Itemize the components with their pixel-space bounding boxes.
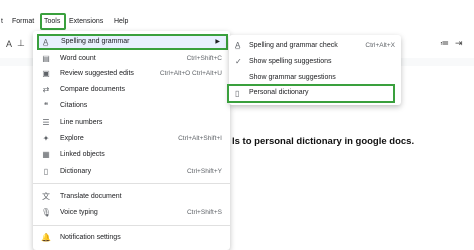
spellcheck-icon: A̲ [43,38,49,47]
check-label: Spelling and grammar check [249,42,338,49]
review-label: Review suggested edits [60,70,134,77]
menu-separator [33,183,230,184]
show-grammar-label: Show grammar suggestions [249,74,336,81]
spellcheck-icon[interactable]: A [6,39,12,49]
tools-highlight [40,13,66,30]
menu-item-translate[interactable]: 文 Translate document [33,189,230,206]
checkmark-icon: ✓ [235,57,242,66]
personal-dictionary-icon: ▯ [235,89,240,98]
spellcheck-icon: A̲ [235,41,241,50]
indent-icon[interactable]: ⇥ [455,38,463,49]
line-numbers-label: Line numbers [60,119,103,126]
document-text: ls to personal dictionary in google docs… [232,136,415,147]
menu-item-compare[interactable]: ⇄ Compare documents [33,82,230,99]
dictionary-shortcut: Ctrl+Shift+Y [186,168,222,175]
menu-item-review[interactable]: ▣ Review suggested edits Ctrl+Alt+O Ctrl… [33,66,230,83]
personal-dictionary-label: Personal dictionary [249,89,309,96]
word-count-icon: ▤ [42,54,50,63]
notification-label: Notification settings [60,234,121,241]
microphone-icon: 🎙 [41,208,52,217]
spelling-label: Spelling and grammar [61,38,130,45]
voice-label: Voice typing [60,209,98,216]
submenu-item-personal-dictionary[interactable]: ▯ Personal dictionary [227,84,395,103]
voice-shortcut: Ctrl+Shift+S [186,209,222,216]
linked-objects-icon: ▦ [42,150,50,159]
menu-item-line-numbers[interactable]: ☰ Line numbers [33,115,230,132]
line-numbers-icon: ☰ [42,118,50,127]
word-count-shortcut: Ctrl+Shift+C [186,55,222,62]
menu-item-notification[interactable]: 🔔 Notification settings [33,230,230,247]
submenu-item-show-spelling[interactable]: ✓ Show spelling suggestions [229,54,401,70]
citations-label: Citations [60,102,88,109]
show-spelling-label: Show spelling suggestions [249,58,332,65]
explore-shortcut: Ctrl+Alt+Shift+I [178,135,222,142]
submenu-arrow-icon: ▶ [215,39,220,45]
menu-separator-2 [33,225,230,226]
menu-item-citations[interactable]: ❝ Citations [33,98,230,115]
menu-format[interactable]: Format [12,18,34,25]
menu-help[interactable]: Help [114,18,128,25]
menubar: t Format Tools Extensions Help [0,14,474,32]
dictionary-icon: ▯ [43,167,49,176]
compare-label: Compare documents [60,86,125,93]
dictionary-label: Dictionary [60,168,92,175]
citations-icon: ❝ [43,101,49,110]
explore-label: Explore [60,135,84,142]
word-count-label: Word count [60,55,96,62]
check-shortcut: Ctrl+Alt+X [365,42,395,49]
menu-item-explore[interactable]: ✦ Explore Ctrl+Alt+Shift+I [33,131,230,148]
menu-partial[interactable]: t [1,18,3,25]
translate-label: Translate document [60,193,122,200]
menu-extensions[interactable]: Extensions [69,18,103,25]
explore-icon: ✦ [42,134,50,143]
review-shortcut: Ctrl+Alt+O Ctrl+Alt+U [159,70,222,77]
menu-item-voice[interactable]: 🎙 Voice typing Ctrl+Shift+S [33,205,230,222]
menu-item-linked[interactable]: ▦ Linked objects [33,147,230,164]
linked-label: Linked objects [60,151,105,158]
menu-item-dictionary[interactable]: ▯ Dictionary Ctrl+Shift+Y [33,164,230,181]
translate-icon: 文 [42,192,50,201]
submenu-item-check[interactable]: A̲ Spelling and grammar check Ctrl+Alt+X [229,38,401,54]
bell-icon: 🔔 [41,233,51,242]
review-icon: ▣ [42,69,50,78]
compare-icon: ⇄ [42,85,50,94]
menu-item-spelling-grammar[interactable]: A̲ Spelling and grammar ▶ [37,34,228,50]
tools-menu: ▤ Word count Ctrl+Shift+C ▣ Review sugge… [33,31,230,250]
bullet-list-icon[interactable]: ≔ [440,38,449,49]
paint-format-icon[interactable]: ⊥ [17,38,25,49]
